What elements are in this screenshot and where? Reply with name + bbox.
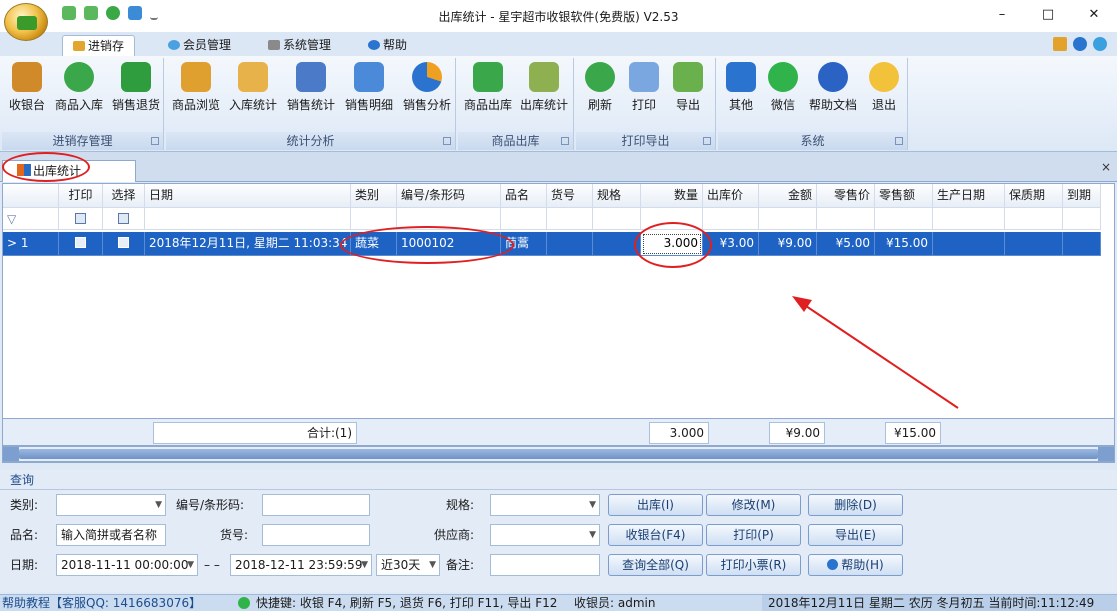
app-menu-orb-icon[interactable] xyxy=(4,3,48,41)
annotation-arrow xyxy=(792,296,959,409)
